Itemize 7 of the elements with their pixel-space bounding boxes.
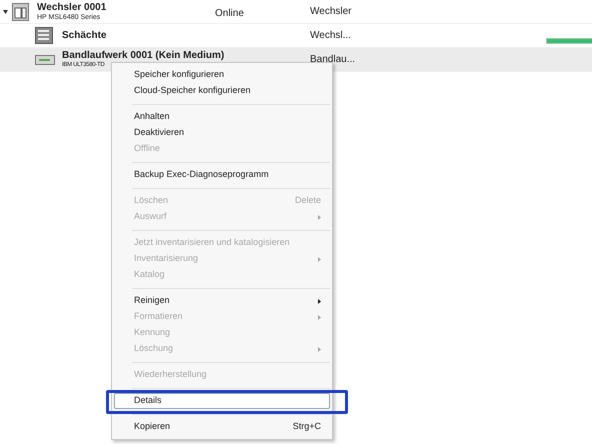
type-text: Wechsler <box>310 5 352 19</box>
row-title: Bandlaufwerk 0001 (Kein Medium) <box>62 51 226 61</box>
row-title: Schächte <box>62 30 108 40</box>
status-text: Online <box>215 8 244 18</box>
row-title: Wechsler 0001 <box>37 2 108 12</box>
type-text: Bandlau... <box>310 53 356 67</box>
type-text: Wechsl... <box>310 29 351 43</box>
